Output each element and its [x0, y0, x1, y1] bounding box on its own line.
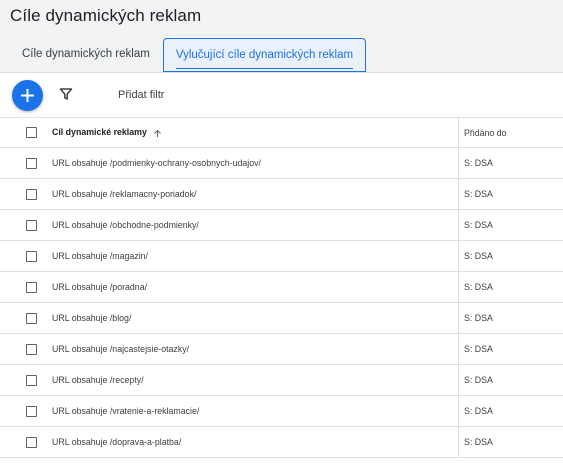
added-to: S: DSA — [459, 334, 563, 365]
table-row: URL obsahuje /recepty/ S: DSA — [0, 365, 563, 396]
target-name: URL obsahuje /reklamacny-poriadok/ — [46, 189, 196, 199]
added-to: S: DSA — [459, 210, 563, 241]
added-to: S: DSA — [459, 365, 563, 396]
table-row: URL obsahuje /magazin/ S: DSA — [0, 241, 563, 272]
target-name: URL obsahuje /blog/ — [46, 313, 131, 323]
row-checkbox[interactable] — [26, 189, 37, 200]
filter-icon[interactable] — [59, 87, 73, 101]
column-header-target[interactable]: Cíl dynamické reklamy — [46, 118, 459, 148]
select-all-checkbox[interactable] — [26, 127, 37, 138]
target-name: URL obsahuje /obchodne-podmienky/ — [46, 220, 199, 230]
table-row: URL obsahuje /doprava-a-platba/ S: DSA — [0, 427, 563, 458]
row-checkbox[interactable] — [26, 375, 37, 386]
target-name: URL obsahuje /najcastejsie-otazky/ — [46, 344, 189, 354]
row-checkbox[interactable] — [26, 344, 37, 355]
tab-dynamic-ad-targets[interactable]: Cíle dynamických reklam — [8, 38, 163, 70]
target-name: URL obsahuje /podmienky-ochrany-osobnych… — [46, 158, 261, 168]
row-checkbox[interactable] — [26, 282, 37, 293]
add-button[interactable] — [12, 80, 43, 111]
row-checkbox[interactable] — [26, 251, 37, 262]
row-checkbox[interactable] — [26, 437, 37, 448]
page-title: Cíle dynamických reklam — [10, 6, 201, 26]
table-row: URL obsahuje /vratenie-a-reklamacie/ S: … — [0, 396, 563, 427]
table-row: URL obsahuje /reklamacny-poriadok/ S: DS… — [0, 179, 563, 210]
row-checkbox[interactable] — [26, 406, 37, 417]
targets-table: Cíl dynamické reklamy Přidáno do URL obs… — [0, 117, 563, 458]
arrow-up-icon — [153, 129, 162, 138]
row-checkbox[interactable] — [26, 313, 37, 324]
added-to: S: DSA — [459, 148, 563, 179]
column-header-added-to[interactable]: Přidáno do — [459, 118, 563, 148]
row-checkbox[interactable] — [26, 158, 37, 169]
targets-panel: Přidat filtr Cíl dynamické reklamy Přidá… — [0, 72, 563, 475]
added-to: S: DSA — [459, 179, 563, 210]
added-to: S: DSA — [459, 272, 563, 303]
table-row: URL obsahuje /obchodne-podmienky/ S: DSA — [0, 210, 563, 241]
table-row: URL obsahuje /poradna/ S: DSA — [0, 272, 563, 303]
added-to: S: DSA — [459, 396, 563, 427]
target-name: URL obsahuje /poradna/ — [46, 282, 147, 292]
toolbar: Přidat filtr — [0, 73, 563, 117]
added-to: S: DSA — [459, 241, 563, 272]
row-checkbox[interactable] — [26, 220, 37, 231]
table-row: URL obsahuje /podmienky-ochrany-osobnych… — [0, 148, 563, 179]
added-to: S: DSA — [459, 427, 563, 458]
plus-icon — [20, 88, 35, 103]
target-name: URL obsahuje /doprava-a-platba/ — [46, 437, 181, 447]
tab-negative-dynamic-ad-targets[interactable]: Vylučující cíle dynamických reklam — [163, 38, 366, 72]
tab-bar: Cíle dynamických reklam Vylučující cíle … — [8, 38, 366, 72]
table-row: URL obsahuje /blog/ S: DSA — [0, 303, 563, 334]
target-name: URL obsahuje /magazin/ — [46, 251, 148, 261]
target-name: URL obsahuje /recepty/ — [46, 375, 144, 385]
add-filter-button[interactable]: Přidat filtr — [118, 89, 164, 101]
target-name: URL obsahuje /vratenie-a-reklamacie/ — [46, 406, 199, 416]
added-to: S: DSA — [459, 303, 563, 334]
table-header-row: Cíl dynamické reklamy Přidáno do — [0, 118, 563, 148]
table-row: URL obsahuje /najcastejsie-otazky/ S: DS… — [0, 334, 563, 365]
